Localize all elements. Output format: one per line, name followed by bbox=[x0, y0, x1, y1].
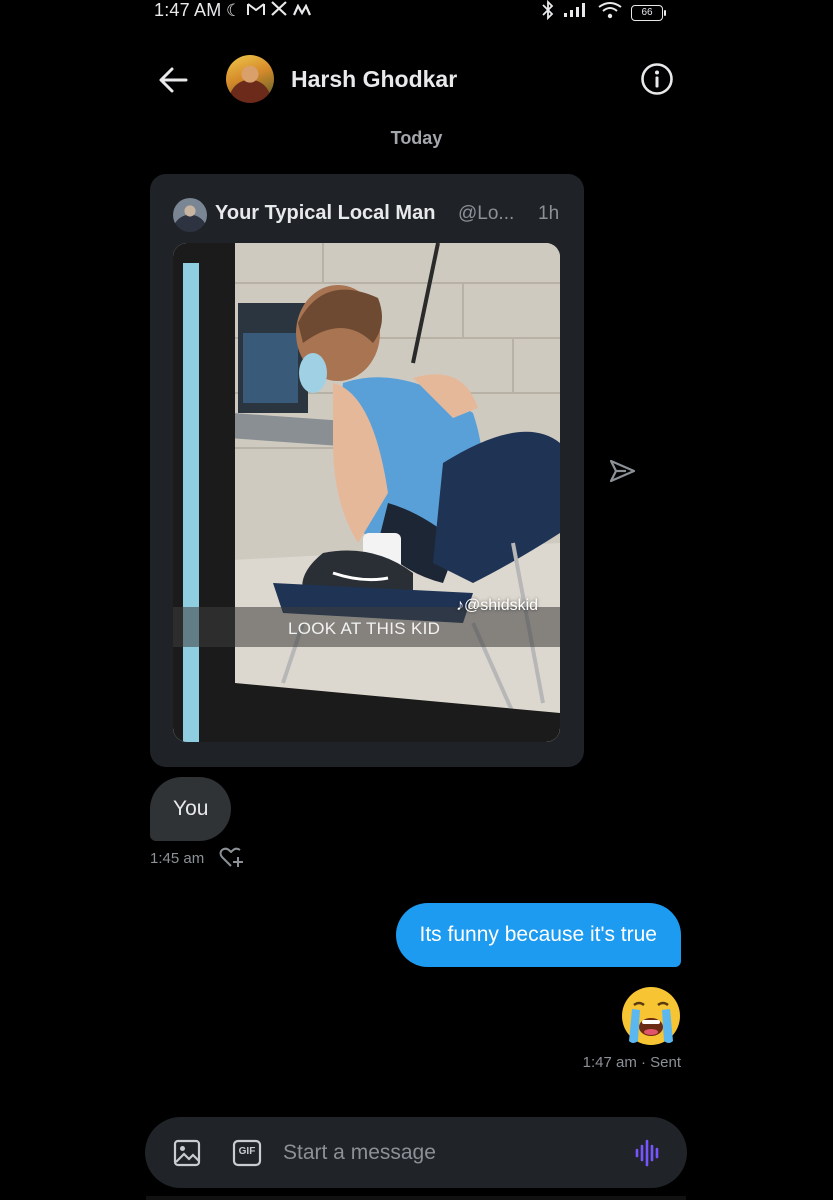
home-indicator bbox=[146, 1196, 686, 1200]
conversation-info-button[interactable] bbox=[640, 62, 674, 96]
add-gif-button[interactable]: GIF bbox=[232, 1138, 262, 1168]
bluetooth-icon bbox=[541, 0, 555, 25]
notification-icons: ☾ bbox=[226, 0, 312, 20]
moon-icon: ☾ bbox=[226, 0, 242, 20]
sent-message-bubble[interactable]: Its funny because it's true bbox=[395, 903, 681, 967]
send-outline-icon bbox=[609, 459, 636, 483]
shared-post-card[interactable]: Your Typical Local Man @Lo... 1h ♪@shids… bbox=[150, 174, 584, 767]
contact-name[interactable]: Harsh Ghodkar bbox=[291, 66, 457, 93]
received-message-time: 1:45 am bbox=[150, 850, 205, 867]
gif-label: GIF bbox=[238, 1146, 256, 1157]
sent-message-status: 1:47 am · Sent bbox=[582, 1054, 681, 1071]
crying-face-icon bbox=[622, 987, 680, 1045]
voice-message-button[interactable] bbox=[633, 1138, 663, 1168]
signal-icon bbox=[563, 2, 589, 23]
voice-waveform-icon bbox=[635, 1139, 659, 1167]
post-time: 1h bbox=[538, 203, 560, 224]
add-photo-button[interactable] bbox=[172, 1138, 202, 1168]
video-frame-image bbox=[173, 243, 560, 742]
x-icon bbox=[271, 1, 287, 20]
wifi-icon bbox=[597, 1, 623, 24]
gmail-icon bbox=[247, 2, 266, 20]
status-time: 1:47 AM bbox=[154, 0, 222, 20]
forward-button[interactable] bbox=[606, 455, 638, 487]
post-author-handle: @Lo... bbox=[458, 203, 515, 224]
post-author-avatar bbox=[173, 198, 207, 232]
image-icon bbox=[173, 1139, 201, 1167]
conversation-header: Harsh Ghodkar bbox=[0, 50, 833, 110]
contact-avatar[interactable] bbox=[226, 55, 274, 103]
date-divider: Today bbox=[390, 128, 443, 148]
post-author-name: Your Typical Local Man bbox=[215, 202, 436, 224]
tiktok-icon: ♪ bbox=[456, 597, 464, 614]
message-composer: GIF bbox=[145, 1117, 687, 1188]
arrow-left-icon bbox=[159, 67, 188, 93]
received-message-bubble[interactable]: You bbox=[150, 777, 232, 841]
heart-plus-icon bbox=[219, 847, 243, 867]
post-video-thumbnail[interactable]: ♪@shidskid LOOK AT THIS KID bbox=[173, 243, 560, 742]
add-reaction-button[interactable] bbox=[217, 844, 245, 872]
info-icon bbox=[641, 63, 673, 95]
m-icon bbox=[293, 2, 312, 20]
back-button[interactable] bbox=[156, 64, 192, 96]
crying-face-emoji[interactable] bbox=[618, 983, 684, 1049]
system-icons: 66 bbox=[541, 0, 666, 25]
dm-conversation-screen: 1:47 AM ☾ 66 Harsh Ghodkar Today Your Ty… bbox=[0, 0, 833, 1200]
tiktok-watermark: ♪@shidskid bbox=[456, 597, 539, 614]
status-bar: 1:47 AM ☾ 66 bbox=[0, 0, 833, 26]
message-input[interactable] bbox=[283, 1135, 623, 1171]
battery-indicator: 66 bbox=[631, 4, 666, 21]
video-caption: LOOK AT THIS KID bbox=[288, 619, 441, 638]
